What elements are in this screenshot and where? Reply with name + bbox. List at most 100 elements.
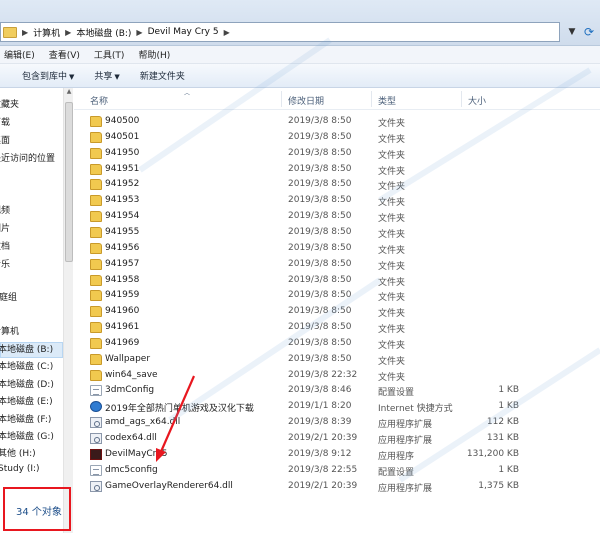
file-row[interactable]: 940501 2019/3/8 8:50 文件夹 (74, 130, 594, 146)
file-row[interactable]: GameOverlayRenderer64.dll 2019/2/1 20:39 应… (74, 479, 594, 495)
file-date: 2019/3/8 9:12 (288, 448, 352, 459)
file-type: 文件夹 (378, 150, 406, 161)
file-name: 941951 (105, 163, 140, 174)
nav-scrollbar-thumb[interactable] (65, 102, 73, 262)
nav-videos[interactable]: 视频 (0, 203, 10, 216)
nav-pictures[interactable]: 图片 (0, 221, 10, 234)
dll-file-icon (90, 417, 102, 429)
nav-drive-e[interactable]: 本地磁盘 (E:) (0, 394, 53, 407)
file-row[interactable]: 941950 2019/3/8 8:50 文件夹 (74, 146, 594, 162)
nav-documents[interactable]: 文档 (0, 239, 10, 252)
nav-drive-f[interactable]: 本地磁盘 (F:) (0, 412, 51, 425)
file-row[interactable]: 941969 2019/3/8 8:50 文件夹 (74, 336, 594, 352)
file-date: 2019/3/8 8:50 (288, 306, 352, 317)
file-row[interactable]: 941961 2019/3/8 8:50 文件夹 (74, 320, 594, 336)
nav-music[interactable]: 音乐 (0, 257, 10, 270)
file-name: 941957 (105, 258, 140, 269)
config-file-icon (90, 385, 102, 397)
file-row[interactable]: 941959 2019/3/8 8:50 文件夹 (74, 288, 594, 304)
file-row[interactable]: 940500 2019/3/8 8:50 文件夹 (74, 114, 594, 130)
address-bar[interactable]: ▶ 计算机 ▶ 本地磁盘 (B:) ▶ Devil May Cry 5 ▶ (0, 22, 560, 42)
column-name[interactable]: 名称 (90, 94, 108, 107)
file-row[interactable]: 941952 2019/3/8 8:50 文件夹 (74, 177, 594, 193)
breadcrumb-separator[interactable]: ▶ (136, 28, 142, 37)
menu-tools[interactable]: 工具(T) (90, 48, 129, 61)
file-row[interactable]: Wallpaper 2019/3/8 8:50 文件夹 (74, 352, 594, 368)
folder-icon (90, 353, 102, 365)
new-folder-button[interactable]: 新建文件夹 (134, 69, 191, 82)
file-date: 2019/3/8 8:50 (288, 258, 352, 269)
include-in-library-button[interactable]: 包含到库中 ▼ (16, 69, 80, 82)
nav-drive-c[interactable]: 本地磁盘 (C:) (0, 359, 53, 372)
breadcrumb-separator[interactable]: ▶ (22, 28, 28, 37)
nav-computer[interactable]: 计算机 (0, 324, 19, 337)
file-name: 941961 (105, 322, 140, 333)
file-name: 940500 (105, 116, 140, 126)
folder-icon (90, 226, 102, 238)
file-date: 2019/3/8 8:39 (288, 417, 352, 428)
file-name: 941960 (105, 306, 140, 317)
file-row[interactable]: dmc5config 2019/3/8 22:55 配置设置 1 KB (74, 463, 594, 479)
file-date: 2019/1/1 8:20 (288, 401, 352, 412)
nav-drive-g[interactable]: 本地磁盘 (G:) (0, 429, 54, 442)
nav-recent-places[interactable]: 最近访问的位置 (0, 151, 55, 164)
file-row[interactable]: 941954 2019/3/8 8:50 文件夹 (74, 209, 594, 225)
column-divider[interactable] (371, 91, 372, 107)
file-row[interactable]: 941958 2019/3/8 8:50 文件夹 (74, 273, 594, 289)
menu-help[interactable]: 帮助(H) (134, 48, 174, 61)
folder-icon (90, 163, 102, 175)
column-divider[interactable] (461, 91, 462, 107)
address-dropdown-icon[interactable]: ▼ (565, 24, 579, 40)
breadcrumb-drive-b[interactable]: 本地磁盘 (B:) (76, 26, 131, 39)
file-row[interactable]: 941960 2019/3/8 8:50 文件夹 (74, 304, 594, 320)
file-type: 文件夹 (378, 372, 406, 383)
nav-drive-d[interactable]: 本地磁盘 (D:) (0, 377, 54, 390)
config-file-icon (90, 464, 102, 476)
file-date: 2019/3/8 8:50 (288, 322, 352, 333)
nav-downloads[interactable]: 下载 (0, 115, 10, 128)
command-toolbar: 包含到库中 ▼ 共享 ▼ 新建文件夹 (0, 64, 600, 88)
file-size: 131 KB (486, 433, 519, 443)
nav-drive-b[interactable]: 本地磁盘 (B:) (0, 342, 53, 355)
folder-icon (90, 258, 102, 270)
file-type: 文件夹 (378, 119, 406, 129)
column-type[interactable]: 类型 (378, 94, 396, 107)
column-date[interactable]: 修改日期 (288, 94, 324, 107)
menu-edit[interactable]: 编辑(E) (0, 48, 39, 61)
nav-desktop[interactable]: 桌面 (0, 133, 10, 146)
menu-view[interactable]: 查看(V) (45, 48, 84, 61)
breadcrumb-current-folder[interactable]: Devil May Cry 5 (148, 27, 219, 37)
breadcrumb-computer[interactable]: 计算机 (33, 26, 60, 39)
breadcrumb-separator[interactable]: ▶ (65, 28, 71, 37)
file-row[interactable]: 941955 2019/3/8 8:50 文件夹 (74, 225, 594, 241)
column-divider[interactable] (281, 91, 282, 107)
file-name: GameOverlayRenderer64.dll (105, 480, 233, 491)
folder-icon (90, 337, 102, 349)
address-bar-area: ▶ 计算机 ▶ 本地磁盘 (B:) ▶ Devil May Cry 5 ▶ ▼ … (0, 0, 600, 46)
file-date: 2019/3/8 8:50 (288, 242, 352, 253)
nav-drive-i[interactable]: Study (I:) (0, 464, 40, 474)
folder-icon (90, 147, 102, 159)
nav-homegroup[interactable]: 家庭组 (0, 290, 17, 303)
breadcrumb-separator[interactable]: ▶ (224, 28, 230, 37)
file-row[interactable]: 941951 2019/3/8 8:50 文件夹 (74, 162, 594, 178)
folder-icon (90, 211, 102, 223)
file-row[interactable]: 941956 2019/3/8 8:50 文件夹 (74, 241, 594, 257)
file-date: 2019/3/8 8:50 (288, 147, 352, 158)
file-type: 文件夹 (378, 261, 406, 272)
file-row[interactable]: 941953 2019/3/8 8:50 文件夹 (74, 193, 594, 209)
share-button[interactable]: 共享 ▼ (88, 69, 125, 82)
refresh-icon[interactable]: ⟳ (580, 24, 598, 40)
file-type: 文件夹 (378, 245, 406, 256)
column-size[interactable]: 大小 (468, 94, 486, 107)
nav-scrollbar[interactable]: ▲ (63, 88, 73, 533)
nav-favorites[interactable]: 收藏夹 (0, 97, 19, 110)
folder-icon (90, 290, 102, 302)
file-name: dmc5config (105, 464, 158, 475)
menu-bar: 编辑(E) 查看(V) 工具(T) 帮助(H) (0, 46, 600, 64)
file-date: 2019/3/8 8:50 (288, 131, 352, 142)
file-row[interactable]: 941957 2019/3/8 8:50 文件夹 (74, 257, 594, 273)
scroll-up-icon[interactable]: ▲ (64, 88, 74, 100)
file-name: 941954 (105, 211, 140, 222)
nav-drive-h[interactable]: 其他 (H:) (0, 446, 36, 459)
